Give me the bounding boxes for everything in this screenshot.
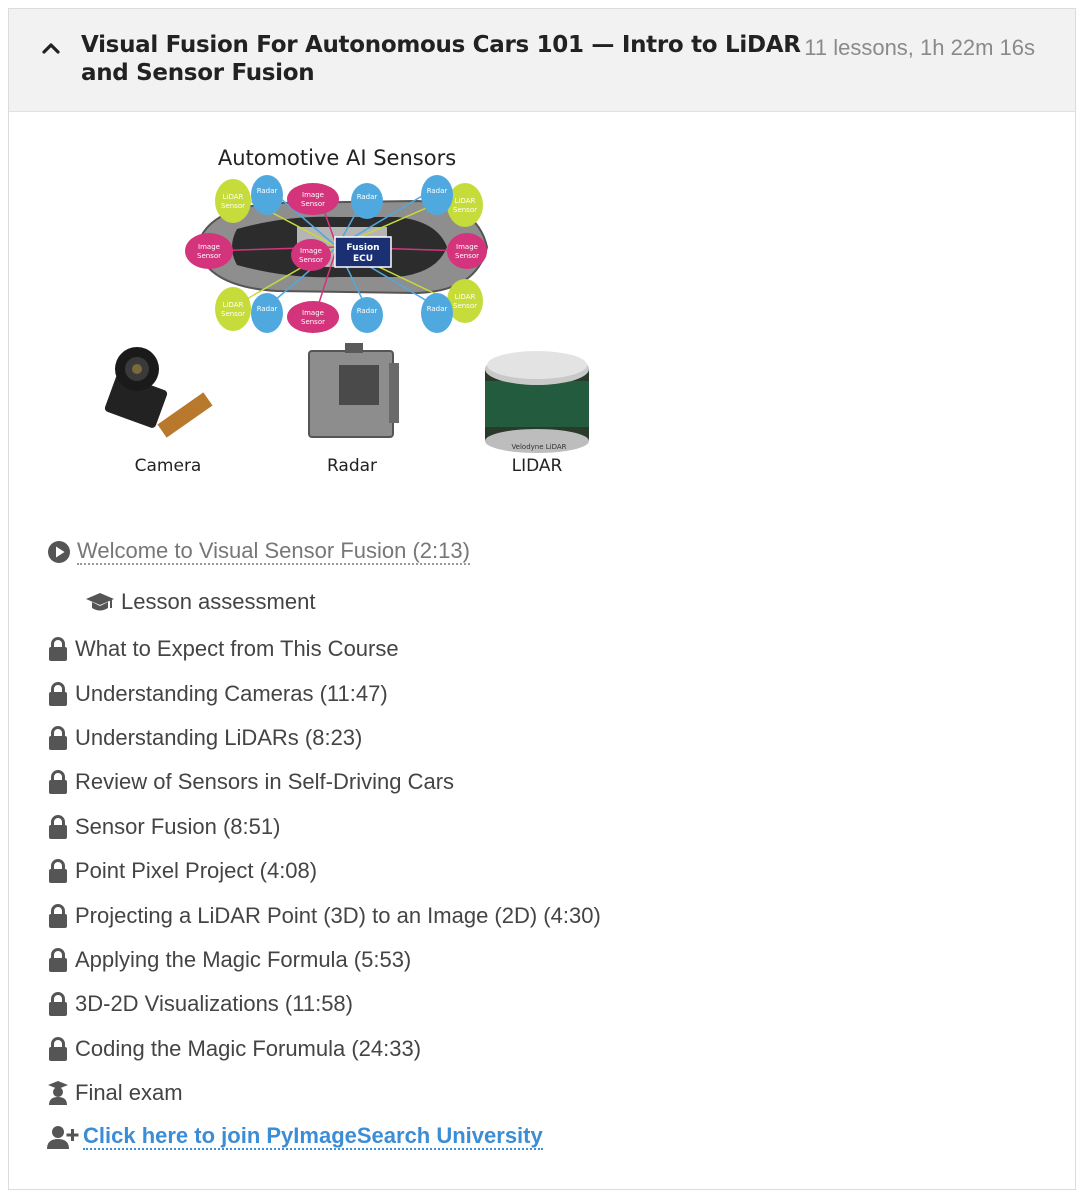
lock-icon bbox=[49, 859, 67, 884]
svg-text:Sensor: Sensor bbox=[301, 318, 325, 326]
user-graduate-icon bbox=[48, 1081, 68, 1106]
final-exam-label[interactable]: Final exam bbox=[75, 1080, 183, 1106]
lesson-title: Applying the Magic Formula (5:53) bbox=[75, 946, 412, 972]
join-university-link[interactable]: Click here to join PyImageSearch Univers… bbox=[83, 1124, 543, 1151]
list-item: Projecting a LiDAR Point (3D) to an Imag… bbox=[47, 893, 601, 937]
svg-text:ECU: ECU bbox=[353, 254, 373, 264]
course-title: Visual Fusion For Autonomous Cars 101 — … bbox=[81, 32, 801, 86]
lock-icon bbox=[49, 726, 67, 750]
svg-text:Fusion: Fusion bbox=[346, 243, 379, 253]
svg-text:Sensor: Sensor bbox=[453, 302, 477, 310]
svg-text:Radar: Radar bbox=[357, 307, 378, 315]
user-plus-icon bbox=[47, 1126, 79, 1150]
graduation-cap-icon bbox=[86, 593, 114, 611]
list-item: 3D-2D Visualizations (11:58) bbox=[47, 982, 601, 1026]
svg-text:Radar: Radar bbox=[357, 193, 378, 201]
lock-icon bbox=[49, 992, 67, 1017]
svg-text:Sensor: Sensor bbox=[301, 200, 325, 208]
list-item: Applying the Magic Formula (5:53) bbox=[47, 938, 601, 982]
lidar-device-illustration: Velodyne LiDAR bbox=[485, 351, 589, 453]
play-circle-icon[interactable] bbox=[47, 540, 71, 564]
lesson-title: Point Pixel Project (4:08) bbox=[75, 858, 318, 884]
svg-text:Radar: Radar bbox=[257, 305, 278, 313]
course-meta: 11 lessons, 1h 22m 16s bbox=[804, 35, 1035, 60]
chevron-up-icon[interactable] bbox=[39, 37, 63, 61]
svg-text:Image: Image bbox=[456, 243, 478, 251]
svg-text:Sensor: Sensor bbox=[221, 202, 245, 210]
svg-text:Sensor: Sensor bbox=[455, 252, 479, 260]
lesson-title: Understanding LiDARs (8:23) bbox=[75, 724, 363, 750]
svg-text:Image: Image bbox=[300, 247, 322, 255]
fusion-ecu: Fusion ECU bbox=[334, 236, 392, 268]
sensors-illustration: Automotive AI Sensors Fusion ECU LiDAR S… bbox=[104, 146, 589, 476]
lidar-label: LIDAR bbox=[512, 456, 563, 476]
list-item: Point Pixel Project (4:08) bbox=[47, 849, 601, 893]
list-item: Understanding LiDARs (8:23) bbox=[47, 716, 601, 760]
svg-text:Image: Image bbox=[198, 243, 220, 251]
radar-label: Radar bbox=[327, 456, 377, 476]
list-item: Sensor Fusion (8:51) bbox=[47, 805, 601, 849]
svg-text:LiDAR: LiDAR bbox=[455, 197, 476, 205]
svg-text:Image: Image bbox=[302, 309, 324, 317]
svg-text:Image: Image bbox=[302, 191, 324, 199]
lock-icon bbox=[49, 770, 67, 795]
svg-text:Radar: Radar bbox=[427, 187, 448, 195]
svg-text:Sensor: Sensor bbox=[221, 310, 245, 318]
figure-title: Automotive AI Sensors bbox=[218, 146, 456, 170]
lesson-assessment-label[interactable]: Lesson assessment bbox=[121, 589, 315, 615]
lesson-title: Projecting a LiDAR Point (3D) to an Imag… bbox=[75, 902, 601, 928]
lock-icon bbox=[49, 948, 67, 972]
svg-text:Radar: Radar bbox=[257, 187, 278, 195]
lesson-title: Coding the Magic Forumula (24:33) bbox=[75, 1035, 422, 1061]
camera-device-illustration bbox=[104, 347, 213, 438]
lesson-link-welcome[interactable]: Welcome to Visual Sensor Fusion (2:13) bbox=[77, 539, 470, 565]
lesson-title: 3D-2D Visualizations (11:58) bbox=[75, 991, 353, 1017]
list-item: Coding the Magic Forumula (24:33) bbox=[47, 1027, 601, 1071]
course-section-header[interactable]: Visual Fusion For Autonomous Cars 101 — … bbox=[9, 9, 1075, 112]
svg-text:LiDAR: LiDAR bbox=[455, 293, 476, 301]
course-section: Visual Fusion For Autonomous Cars 101 — … bbox=[8, 8, 1076, 1190]
svg-text:LiDAR: LiDAR bbox=[223, 193, 244, 201]
svg-text:Radar: Radar bbox=[427, 305, 448, 313]
list-item: Lesson assessment bbox=[47, 577, 601, 627]
lesson-title: Sensor Fusion (8:51) bbox=[75, 813, 281, 839]
lock-icon bbox=[49, 1036, 67, 1061]
lock-icon bbox=[49, 903, 67, 928]
svg-text:Sensor: Sensor bbox=[197, 252, 221, 260]
lesson-list: Welcome to Visual Sensor Fusion (2:13) L… bbox=[47, 527, 601, 1160]
lock-icon bbox=[49, 681, 67, 706]
list-item: Click here to join PyImageSearch Univers… bbox=[47, 1115, 601, 1159]
camera-label: Camera bbox=[135, 456, 202, 476]
svg-text:LiDAR: LiDAR bbox=[223, 301, 244, 309]
list-item: Final exam bbox=[47, 1071, 601, 1115]
lesson-title: Understanding Cameras (11:47) bbox=[75, 680, 388, 706]
lock-icon bbox=[49, 814, 67, 839]
list-item: Understanding Cameras (11:47) bbox=[47, 671, 601, 715]
lock-icon bbox=[49, 637, 67, 662]
svg-text:Sensor: Sensor bbox=[299, 256, 323, 264]
list-item: Review of Sensors in Self-Driving Cars bbox=[47, 760, 601, 804]
list-item: Welcome to Visual Sensor Fusion (2:13) bbox=[47, 527, 601, 577]
lesson-title: Review of Sensors in Self-Driving Cars bbox=[75, 769, 455, 795]
svg-text:Velodyne LiDAR: Velodyne LiDAR bbox=[511, 443, 566, 451]
list-item: What to Expect from This Course bbox=[47, 627, 601, 671]
svg-text:Sensor: Sensor bbox=[453, 206, 477, 214]
lesson-title: What to Expect from This Course bbox=[75, 636, 399, 662]
radar-device-illustration bbox=[308, 343, 399, 438]
